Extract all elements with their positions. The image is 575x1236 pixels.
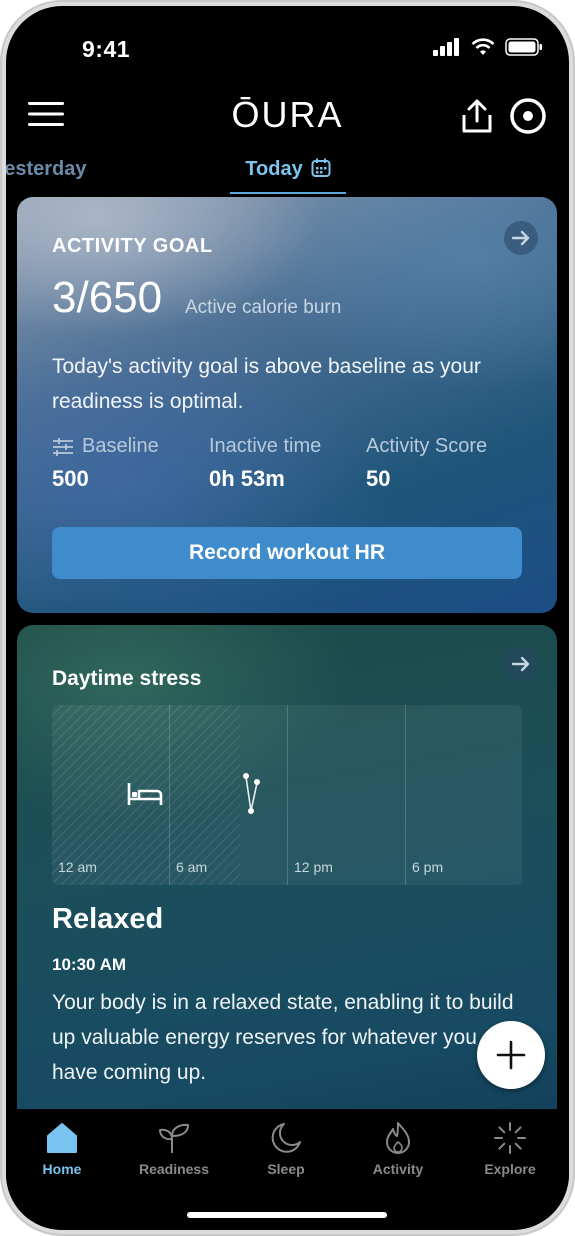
activity-score-stat: Activity Score 50 xyxy=(366,435,487,492)
inactive-time-stat: Inactive time 0h 53m xyxy=(209,435,321,492)
nav-readiness-label: Readiness xyxy=(138,1161,210,1177)
wifi-icon xyxy=(471,38,495,55)
tab-today[interactable]: Today xyxy=(230,158,346,194)
plus-icon xyxy=(496,1040,526,1070)
daytime-stress-card[interactable]: Daytime stress 12 am 6 am 12 pm 6 pm Rel… xyxy=(17,625,557,1185)
stress-description: Your body is in a relaxed state, enablin… xyxy=(52,991,514,1084)
activity-goal-description: Today's activity goal is above baseline … xyxy=(52,355,481,413)
add-button[interactable] xyxy=(477,1021,545,1089)
activity-goal-label: ACTIVITY GOAL xyxy=(52,235,213,257)
tab-today-label: Today xyxy=(245,158,303,180)
bed-icon xyxy=(127,783,163,805)
stress-time: 10:30 AM xyxy=(52,955,127,974)
nav-sleep[interactable]: Sleep xyxy=(236,1121,336,1177)
stress-card-arrow-button[interactable] xyxy=(504,647,538,681)
signal-icon xyxy=(433,38,459,56)
nav-activity-label: Activity xyxy=(372,1161,424,1177)
battery-icon xyxy=(505,38,542,56)
activity-score-value: 50 xyxy=(366,466,391,491)
tick-12pm: 12 pm xyxy=(294,859,333,875)
nav-explore-label: Explore xyxy=(484,1161,536,1177)
calorie-progress: 3/650 xyxy=(52,273,163,322)
inactive-time-label: Inactive time xyxy=(209,435,322,457)
nav-sleep-label: Sleep xyxy=(267,1161,305,1177)
activity-goal-card[interactable]: ACTIVITY GOAL 3/650 Active calorie burn … xyxy=(17,197,557,613)
sliders-icon xyxy=(53,437,73,456)
tick-6am: 6 am xyxy=(176,859,208,875)
daytime-stress-title: Daytime stress xyxy=(52,667,202,690)
tab-yesterday[interactable]: Yesterday xyxy=(6,158,96,181)
home-icon xyxy=(47,1123,77,1153)
app-screen: 9:41 ŌURA Yesterday To xyxy=(6,6,569,1230)
inactive-time-value: 0h 53m xyxy=(209,466,285,491)
stress-chart[interactable]: 12 am 6 am 12 pm 6 pm xyxy=(52,705,522,885)
baseline-value: 500 xyxy=(52,466,89,491)
status-icons xyxy=(433,38,543,56)
tab-yesterday-label: Yesterday xyxy=(6,158,87,180)
baseline-label: Baseline xyxy=(82,435,159,457)
status-time: 9:41 xyxy=(82,36,131,62)
flame-icon xyxy=(386,1122,410,1154)
arrow-right-icon xyxy=(511,230,530,246)
moon-icon xyxy=(271,1123,301,1153)
activity-score-label: Activity Score xyxy=(366,435,488,457)
calendar-icon[interactable] xyxy=(311,158,331,178)
burst-icon xyxy=(494,1122,526,1154)
ring-icon[interactable] xyxy=(508,96,548,136)
sprout-icon xyxy=(159,1123,189,1153)
tick-12am: 12 am xyxy=(58,859,97,875)
gridline xyxy=(405,705,406,885)
stress-state: Relaxed xyxy=(52,903,164,935)
activity-card-arrow-button[interactable] xyxy=(504,221,538,255)
nav-activity[interactable]: Activity xyxy=(348,1121,448,1177)
record-workout-hr-button[interactable]: Record workout HR xyxy=(52,527,522,579)
nav-home-label: Home xyxy=(42,1161,82,1177)
calorie-progress-unit: Active calorie burn xyxy=(185,297,342,318)
gridline xyxy=(169,705,170,885)
arrow-right-icon xyxy=(511,656,530,672)
baseline-stat: Baseline 500 xyxy=(52,435,159,492)
stress-marker-icon xyxy=(243,773,260,814)
tick-6pm: 6 pm xyxy=(412,859,444,875)
share-icon[interactable] xyxy=(460,98,494,134)
gridline xyxy=(287,705,288,885)
nav-readiness[interactable]: Readiness xyxy=(124,1121,224,1177)
nav-home[interactable]: Home xyxy=(12,1121,112,1177)
home-indicator[interactable] xyxy=(187,1212,387,1218)
nav-explore[interactable]: Explore xyxy=(460,1121,560,1177)
